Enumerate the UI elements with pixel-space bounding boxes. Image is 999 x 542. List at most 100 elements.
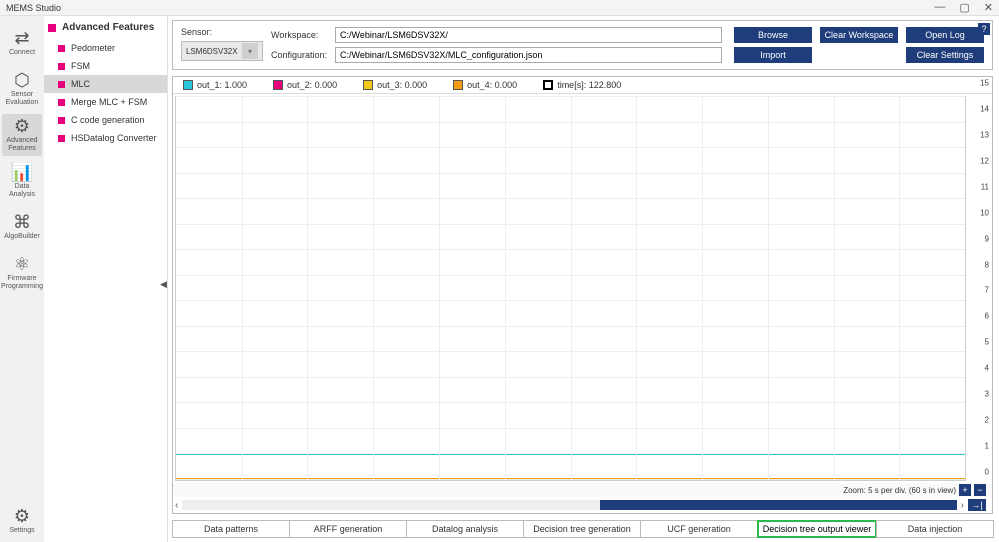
open-log-button[interactable]: Open Log <box>906 27 984 43</box>
nav-label: Advanced Features <box>2 137 42 152</box>
tree-item-label: Merge MLC + FSM <box>71 97 147 107</box>
sensor-select[interactable]: LSM6DSV32X ▾ <box>181 41 263 61</box>
clear-workspace-button[interactable]: Clear Workspace <box>820 27 898 43</box>
import-button[interactable]: Import <box>734 47 812 63</box>
settings-icon: ⚙ <box>14 507 30 525</box>
tree-item-fsm[interactable]: FSM <box>44 57 167 75</box>
y-tick-label: 12 <box>980 156 989 165</box>
square-icon <box>58 45 65 52</box>
y-tick-label: 7 <box>985 286 989 295</box>
chevron-down-icon: ▾ <box>242 43 258 59</box>
chart-panel: out_1: 1.000 out_2: 0.000 out_3: 0.000 o… <box>172 76 993 514</box>
y-tick-label: 3 <box>985 390 989 399</box>
legend-swatch-icon <box>543 80 553 90</box>
workspace-label: Workspace: <box>271 30 329 40</box>
workspace-input[interactable] <box>335 27 722 43</box>
window-close-icon[interactable]: ✕ <box>984 1 993 14</box>
y-tick-label: 0 <box>985 468 989 477</box>
nav-settings[interactable]: ⚙ Settings <box>2 500 42 542</box>
nav-algobuilder[interactable]: ⌘ AlgoBuilder <box>2 206 42 248</box>
legend-time: time[s]: 122.800 <box>543 80 621 90</box>
legend-swatch-icon <box>453 80 463 90</box>
tree-item-merge[interactable]: Merge MLC + FSM <box>44 93 167 111</box>
legend-out-4: out_4: 0.000 <box>453 80 517 90</box>
nav-firmware-programming[interactable]: ⚛ Firmware Programming <box>2 252 42 294</box>
config-panel: ? Sensor: LSM6DSV32X ▾ Workspace: Config… <box>172 20 993 70</box>
scroll-left-icon[interactable]: ‹ <box>175 500 178 511</box>
legend-label: out_1: 1.000 <box>197 80 247 90</box>
features-tree: Advanced Features Pedometer FSM MLC Merg… <box>44 16 168 542</box>
window-titlebar: MEMS Studio — ▢ ✕ <box>0 0 999 16</box>
browse-button[interactable]: Browse <box>734 27 812 43</box>
tree-item-mlc[interactable]: MLC <box>44 75 167 93</box>
nav-sensor-evaluation[interactable]: ⬡ Sensor Evaluation <box>2 68 42 110</box>
tree-item-label: C code generation <box>71 115 145 125</box>
square-icon <box>58 63 65 70</box>
y-tick-label: 8 <box>985 260 989 269</box>
nav-advanced-features[interactable]: ⚙ Advanced Features <box>2 114 42 156</box>
tab-data-injection[interactable]: Data injection <box>876 520 994 538</box>
y-tick-label: 10 <box>980 208 989 217</box>
tree-item-label: HSDatalog Converter <box>71 133 157 143</box>
legend-out-3: out_3: 0.000 <box>363 80 427 90</box>
tab-ucf-generation[interactable]: UCF generation <box>640 520 758 538</box>
tab-datalog-analysis[interactable]: Datalog analysis <box>406 520 524 538</box>
chip-icon: ⚛ <box>14 255 30 273</box>
tree-item-pedometer[interactable]: Pedometer <box>44 39 167 57</box>
legend-swatch-icon <box>183 80 193 90</box>
nodes-icon: ⌘ <box>13 213 31 231</box>
nav-label: Connect <box>9 49 35 57</box>
nav-label: Firmware Programming <box>1 275 43 290</box>
nav-label: AlgoBuilder <box>4 233 40 241</box>
y-tick-label: 15 <box>980 79 989 88</box>
config-input[interactable] <box>335 47 722 63</box>
collapse-handle-icon[interactable]: ◀ <box>160 279 167 290</box>
sensor-value: LSM6DSV32X <box>186 47 238 56</box>
connect-icon: ⇄ <box>14 29 29 47</box>
tab-decision-tree-generation[interactable]: Decision tree generation <box>523 520 641 538</box>
tree-item-hsdatalog[interactable]: HSDatalog Converter <box>44 129 167 147</box>
tree-header: Advanced Features <box>44 20 167 39</box>
tree-item-ccode[interactable]: C code generation <box>44 111 167 129</box>
zoom-out-button[interactable]: − <box>974 484 986 496</box>
nav-connect[interactable]: ⇄ Connect <box>2 22 42 64</box>
legend-label: out_4: 0.000 <box>467 80 517 90</box>
window-minimize-icon[interactable]: — <box>934 1 945 14</box>
chart-plot-area[interactable] <box>175 96 966 481</box>
nav-data-analysis[interactable]: 📊 Data Analysis <box>2 160 42 202</box>
chart-icon: 📊 <box>11 163 33 181</box>
zoom-in-button[interactable]: + <box>959 484 971 496</box>
y-tick-label: 9 <box>985 234 989 243</box>
tree-item-label: FSM <box>71 61 90 71</box>
clear-settings-button[interactable]: Clear Settings <box>906 47 984 63</box>
cube-icon: ⬡ <box>14 71 30 89</box>
main-panel: ◀ ? Sensor: LSM6DSV32X ▾ Workspace: Conf… <box>168 16 999 542</box>
y-tick-label: 11 <box>981 182 989 191</box>
scroll-track[interactable] <box>182 500 956 510</box>
config-label: Configuration: <box>271 50 329 60</box>
scroll-right-icon[interactable]: › <box>961 500 964 511</box>
legend-swatch-icon <box>363 80 373 90</box>
tree-item-label: Pedometer <box>71 43 115 53</box>
square-icon <box>48 24 56 32</box>
tab-decision-tree-output-viewer[interactable]: Decision tree output viewer <box>757 520 877 538</box>
app-title: MEMS Studio <box>6 3 934 13</box>
tab-arff-generation[interactable]: ARFF generation <box>289 520 407 538</box>
chart-scrollbar[interactable]: ‹ › →| <box>173 497 992 513</box>
nav-label: Settings <box>9 527 34 535</box>
window-maximize-icon[interactable]: ▢ <box>959 1 969 14</box>
scroll-end-button[interactable]: →| <box>968 499 986 511</box>
tab-data-patterns[interactable]: Data patterns <box>172 520 290 538</box>
y-tick-label: 13 <box>980 130 989 139</box>
legend-label: out_2: 0.000 <box>287 80 337 90</box>
scroll-thumb[interactable] <box>600 500 956 510</box>
nav-label: Data Analysis <box>2 183 42 198</box>
nav-iconbar: ⇄ Connect ⬡ Sensor Evaluation ⚙ Advanced… <box>0 16 44 542</box>
help-icon[interactable]: ? <box>978 23 990 35</box>
legend-label: out_3: 0.000 <box>377 80 427 90</box>
sensor-label: Sensor: <box>181 27 263 37</box>
y-tick-label: 2 <box>985 416 989 425</box>
y-tick-label: 6 <box>985 312 989 321</box>
square-icon <box>58 81 65 88</box>
bottom-tabs: Data patterns ARFF generation Datalog an… <box>172 520 993 538</box>
